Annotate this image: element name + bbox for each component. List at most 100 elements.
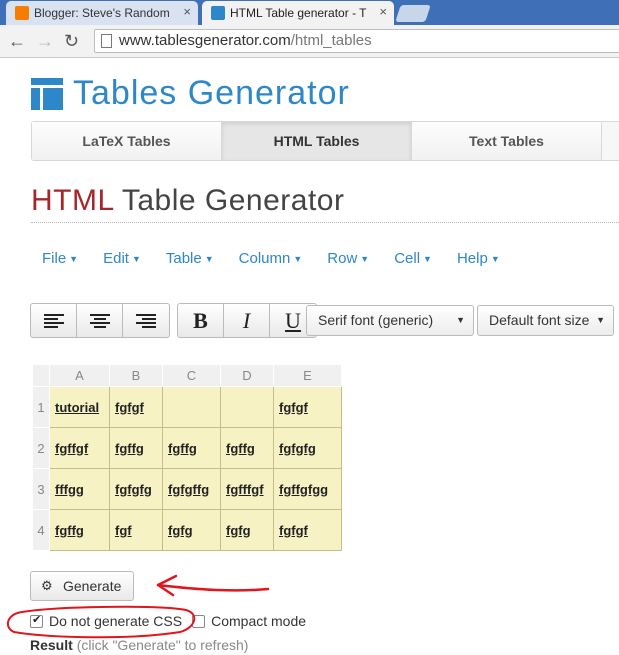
menu-label: File	[42, 250, 67, 267]
column-header[interactable]: A	[49, 364, 110, 387]
table-cell[interactable]: fffgg	[49, 468, 110, 510]
no-css-label[interactable]: Do not generate CSS	[49, 613, 182, 629]
table-cell[interactable]: fgffgf	[49, 427, 110, 469]
menu-table[interactable]: Table ▼	[166, 250, 214, 267]
row-header[interactable]: 1	[32, 386, 50, 428]
menu-label: Table	[165, 250, 202, 267]
compact-mode-label[interactable]: Compact mode	[211, 613, 306, 629]
browser-tab-blogger[interactable]: Blogger: Steve's Random ×	[6, 1, 198, 25]
url-path: /html_tables	[290, 32, 372, 49]
gears-icon: ⚙	[41, 578, 53, 593]
align-center-button[interactable]	[77, 304, 123, 337]
row-header[interactable]: 2	[32, 427, 50, 469]
caret-down-icon: ▼	[131, 254, 141, 265]
reload-icon[interactable]: ↻	[64, 31, 79, 52]
new-tab-button[interactable]	[395, 5, 431, 22]
table-row: 2 fgffgf fgffg fgffg fgffg fgfgfg	[32, 427, 342, 469]
annotation-arrow	[156, 574, 270, 597]
column-header[interactable]: D	[220, 364, 274, 387]
blogger-icon	[15, 6, 29, 20]
italic-button[interactable]: I	[224, 304, 270, 337]
url-host: www.tablesgenerator.com	[119, 32, 291, 49]
menu-column[interactable]: Column ▼	[239, 250, 303, 267]
column-header[interactable]: C	[162, 364, 221, 387]
site-logo[interactable]: Tables Generator	[31, 74, 350, 113]
bold-button[interactable]: B	[178, 304, 224, 337]
font-size-value: Default font size	[489, 312, 590, 328]
row-header[interactable]: 4	[32, 509, 50, 551]
browser-tab-title: Blogger: Steve's Random	[34, 6, 170, 20]
menu-label: Help	[456, 250, 488, 267]
page-title-rest: Table Generator	[113, 184, 345, 217]
generate-button[interactable]: ⚙ Generate	[30, 571, 134, 601]
table-cell[interactable]	[162, 386, 221, 428]
close-tab-icon[interactable]: ×	[183, 4, 191, 19]
menu-file[interactable]: File ▼	[42, 250, 78, 267]
menu-label: Cell	[394, 250, 421, 267]
menu-row[interactable]: Row ▼	[327, 250, 369, 267]
table-cell[interactable]: fgffg	[109, 427, 163, 469]
alignment-group	[30, 303, 170, 338]
table-cell[interactable]	[220, 386, 274, 428]
menu-edit[interactable]: Edit ▼	[103, 250, 141, 267]
table-cell[interactable]: fgfgf	[273, 386, 342, 428]
table-cell[interactable]: fgffg	[220, 427, 274, 469]
column-header-row: A B C D E	[32, 364, 342, 387]
align-left-icon	[43, 313, 64, 328]
generator-tabs: LaTeX Tables HTML Tables Text Tables	[31, 121, 619, 161]
menu-bar: File ▼ Edit ▼ Table ▼ Column ▼ Row ▼ Cell ▼ He…	[42, 250, 525, 267]
caret-down-icon: ▼	[456, 315, 465, 325]
tab-text-tables[interactable]: Text Tables	[412, 122, 602, 160]
text-style-group: B I U	[177, 303, 317, 338]
font-size-select[interactable]: Default font size ▼	[477, 305, 614, 336]
menu-label: Row	[327, 250, 358, 267]
output-options: Do not generate CSS Compact mode	[30, 613, 306, 629]
site-title: Tables Generator	[73, 74, 350, 112]
table-cell[interactable]: fgffgfgg	[273, 468, 342, 510]
table-cell[interactable]: tutorial	[49, 386, 110, 428]
menu-label: Edit	[103, 250, 129, 267]
url-input[interactable]: www.tablesgenerator.com/html_tables	[94, 29, 619, 53]
table-cell[interactable]: fgfgf	[273, 509, 342, 551]
result-hint: (click "Generate" to refresh)	[76, 637, 249, 653]
table-cell[interactable]: fgfgfg	[273, 427, 342, 469]
browser-tab-tablesgenerator[interactable]: HTML Table generator - T ×	[202, 1, 394, 25]
table-cell[interactable]: fgfgffg	[162, 468, 221, 510]
page-title-prefix: HTML	[31, 184, 114, 217]
row-header[interactable]: 3	[32, 468, 50, 510]
menu-label: Column	[238, 250, 291, 267]
tablesgenerator-favicon-icon	[211, 6, 225, 20]
caret-down-icon: ▼	[293, 254, 303, 265]
forward-icon[interactable]: →	[36, 31, 54, 52]
column-header[interactable]: E	[273, 364, 342, 387]
back-icon[interactable]: ←	[8, 31, 26, 52]
font-family-select[interactable]: Serif font (generic) ▼	[306, 305, 474, 336]
no-css-checkbox[interactable]	[30, 613, 43, 628]
page-title: HTML Table Generator	[31, 184, 344, 218]
compact-mode-checkbox[interactable]	[192, 614, 206, 628]
table-editor-grid: A B C D E 1 tutorial fgfgf fgfgf 2 fgffg…	[32, 364, 342, 551]
caret-down-icon: ▼	[204, 254, 214, 265]
tab-html-tables[interactable]: HTML Tables	[222, 122, 412, 160]
menu-cell[interactable]: Cell ▼	[394, 250, 432, 267]
table-cell[interactable]: fgffg	[162, 427, 221, 469]
table-cell[interactable]: fgfgf	[109, 386, 163, 428]
table-cell[interactable]: fgfg	[162, 509, 221, 551]
table-cell[interactable]: fgf	[109, 509, 163, 551]
tab-latex-tables[interactable]: LaTeX Tables	[32, 122, 222, 160]
align-right-button[interactable]	[123, 304, 169, 337]
align-right-icon	[136, 313, 156, 328]
close-tab-icon[interactable]: ×	[379, 4, 387, 19]
table-cell[interactable]: fgfgfg	[109, 468, 163, 510]
caret-down-icon: ▼	[69, 254, 79, 265]
corner-cell	[32, 364, 50, 387]
align-center-icon	[89, 313, 110, 328]
table-cell[interactable]: fgffg	[49, 509, 110, 551]
align-left-button[interactable]	[31, 304, 77, 337]
column-header[interactable]: B	[109, 364, 163, 387]
table-cell[interactable]: fgfffgf	[220, 468, 274, 510]
table-cell[interactable]: fgfg	[220, 509, 274, 551]
table-row: 4 fgffg fgf fgfg fgfg fgfgf	[32, 509, 342, 551]
menu-help[interactable]: Help ▼	[457, 250, 500, 267]
table-row: 1 tutorial fgfgf fgfgf	[32, 386, 342, 428]
